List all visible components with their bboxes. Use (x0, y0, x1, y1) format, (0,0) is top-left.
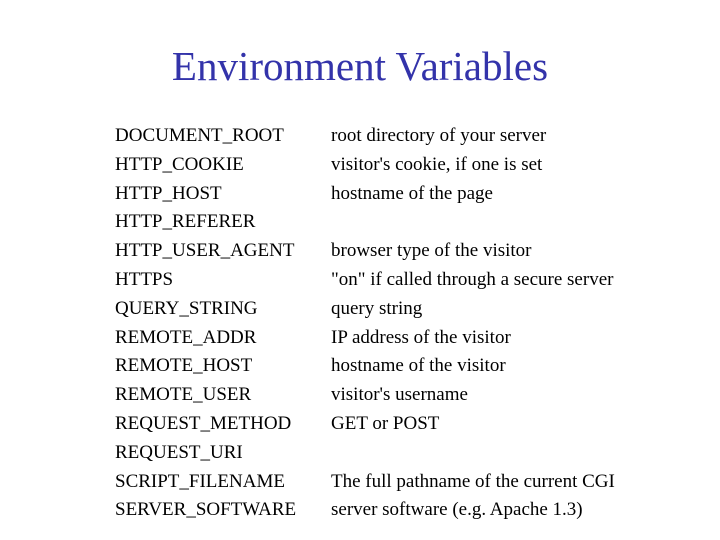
environment-variables-table: DOCUMENT_ROOT root directory of your ser… (115, 122, 615, 525)
variable-name: SERVER_SOFTWARE (115, 499, 297, 521)
variable-name: HTTP_USER_AGENT (115, 240, 295, 262)
variable-name: QUERY_STRING (115, 297, 258, 319)
variable-description: browser type of the visitor (331, 240, 532, 262)
variable-row: REQUEST_METHOD GET or POST (115, 410, 615, 439)
variable-name: HTTP_HOST (115, 182, 222, 204)
variable-row: REQUEST_URI (115, 439, 615, 468)
variable-description: IP address of the visitor (331, 326, 511, 348)
variable-name: DOCUMENT_ROOT (115, 125, 284, 146)
variable-description: server software (e.g. Apache 1.3) (331, 499, 583, 521)
variable-name: HTTPS (115, 268, 174, 290)
variable-row: REMOTE_ADDR IP address of the visitor (115, 324, 615, 353)
variable-row: HTTP_REFERER (115, 208, 615, 237)
variable-description: hostname of the page (331, 182, 493, 204)
variable-description: hostname of the visitor (331, 355, 506, 377)
variable-name: REMOTE_USER (115, 384, 252, 406)
variable-description: visitor's cookie, if one is set (331, 153, 543, 175)
variable-name: REQUEST_URI (115, 441, 243, 463)
variable-row: HTTP_COOKIE visitor's cookie, if one is … (115, 151, 615, 180)
variable-row: HTTP_HOST hostname of the page (115, 180, 615, 209)
variable-name: REMOTE_HOST (115, 355, 253, 377)
variable-row: QUERY_STRING query string (115, 295, 615, 324)
variable-description: query string (331, 297, 423, 319)
variable-description: "on" if called through a secure server (331, 268, 614, 290)
variable-description: The full pathname of the current CGI (331, 470, 615, 492)
variable-row: DOCUMENT_ROOT root directory of your ser… (115, 122, 615, 151)
variable-description: GET or POST (331, 412, 440, 434)
slide-title: Environment Variables (171, 43, 549, 89)
variable-name: HTTP_COOKIE (115, 153, 244, 175)
variable-name: REMOTE_ADDR (115, 326, 257, 348)
variable-row: REMOTE_HOST hostname of the visitor (115, 352, 615, 381)
variable-description: visitor's username (331, 384, 468, 406)
variable-row: SERVER_SOFTWARE server software (e.g. Ap… (115, 496, 615, 525)
variable-name: HTTP_REFERER (115, 211, 256, 233)
variable-row: SCRIPT_FILENAME The full pathname of the… (115, 468, 615, 497)
variable-row: HTTP_USER_AGENT browser type of the visi… (115, 237, 615, 266)
variable-row: REMOTE_USER visitor's username (115, 381, 615, 410)
variable-description: root directory of your server (331, 125, 547, 146)
variable-row: HTTPS "on" if called through a secure se… (115, 266, 615, 295)
variable-name: REQUEST_METHOD (115, 412, 292, 434)
variable-name: SCRIPT_FILENAME (115, 470, 285, 492)
